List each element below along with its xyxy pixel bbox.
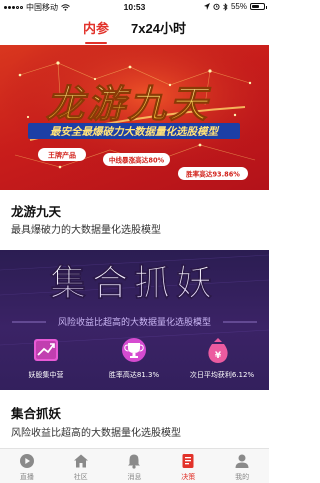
banner-2-feature-1-label: 妖股集中营: [29, 370, 64, 379]
play-circle-icon: [19, 454, 34, 468]
alarm-icon: [213, 3, 220, 10]
tab-7x24[interactable]: 7x24小时: [131, 15, 186, 45]
banner-1-tagline: 最安全最爆破力大数据量化选股模型: [50, 125, 219, 138]
banner-1-stat-1: 中线暴涨高达80%: [109, 156, 165, 165]
bottom-nav: 直播 社区 消息 决策 我的: [0, 448, 269, 483]
svg-text:¥: ¥: [215, 351, 222, 361]
person-icon: [235, 454, 249, 468]
banner-1-stat-2: 胜率高达93.86%: [185, 170, 240, 179]
banner-2-tagline: 风险收益比超高的大数据量化选股模型: [58, 316, 211, 328]
nav-item-community[interactable]: 社区: [54, 449, 108, 483]
banner-2-feature-3-label: 次日平均获利6.12%: [190, 370, 255, 379]
banner-1-badge: 王牌产品: [48, 151, 76, 160]
banner-2-feature-2-label: 胜率高达81.3%: [109, 370, 160, 379]
card-2-subtitle: 风险收益比超高的大数据量化选股模型: [11, 428, 181, 439]
bluetooth-icon: [223, 2, 228, 11]
banner-longyoujiutian[interactable]: 龙游九天 最安全最爆破力大数据量化选股模型 王牌产品 中线暴涨高达80% 胜率高…: [0, 45, 269, 190]
battery-percent: 55%: [230, 2, 247, 11]
nav-item-decision[interactable]: 决策: [161, 449, 215, 483]
banner-1-headline: 龙游九天: [46, 81, 211, 126]
battery-fill: [252, 5, 260, 8]
trophy-icon: [122, 338, 146, 362]
location-arrow-icon: [203, 3, 210, 10]
home-icon: [73, 454, 88, 468]
battery-icon: [250, 3, 267, 10]
card-1-subtitle: 最具爆破力的大数据量化选股模型: [11, 225, 161, 236]
nav-label-decision: 决策: [181, 474, 196, 481]
decision-doc-icon: [182, 454, 194, 468]
banner-1-graphic: 龙游九天 最安全最爆破力大数据量化选股模型 王牌产品 中线暴涨高达80% 胜率高…: [0, 45, 269, 190]
nav-label-messages: 消息: [127, 474, 142, 481]
trend-chart-icon: [34, 339, 58, 361]
banner-2-graphic: 集合抓妖 风险收益比超高的大数据量化选股模型 妖股集中营 胜率高达81.3% ¥: [0, 254, 269, 379]
nav-label-live: 直播: [19, 474, 34, 481]
status-bar: 中国移动 10:53 55%: [0, 0, 269, 14]
nav-label-mine: 我的: [235, 474, 250, 481]
tab-neican[interactable]: 内参: [83, 15, 109, 45]
banner-jiheshuayao[interactable]: 集合抓妖 风险收益比超高的大数据量化选股模型 妖股集中营 胜率高达81.3% ¥: [0, 250, 269, 390]
money-bag-icon: ¥: [208, 338, 228, 363]
status-right: 55%: [203, 2, 267, 11]
nav-item-live[interactable]: 直播: [0, 449, 54, 483]
banner-2-headline: 集合抓妖: [49, 262, 218, 304]
nav-item-mine[interactable]: 我的: [215, 449, 269, 483]
top-tabs: 内参 7x24小时: [0, 15, 269, 45]
card-2-title[interactable]: 集合抓妖: [11, 403, 61, 422]
nav-item-messages[interactable]: 消息: [108, 449, 162, 483]
nav-label-community: 社区: [73, 474, 88, 481]
card-1-title[interactable]: 龙游九天: [11, 201, 61, 220]
bell-icon: [128, 454, 141, 469]
